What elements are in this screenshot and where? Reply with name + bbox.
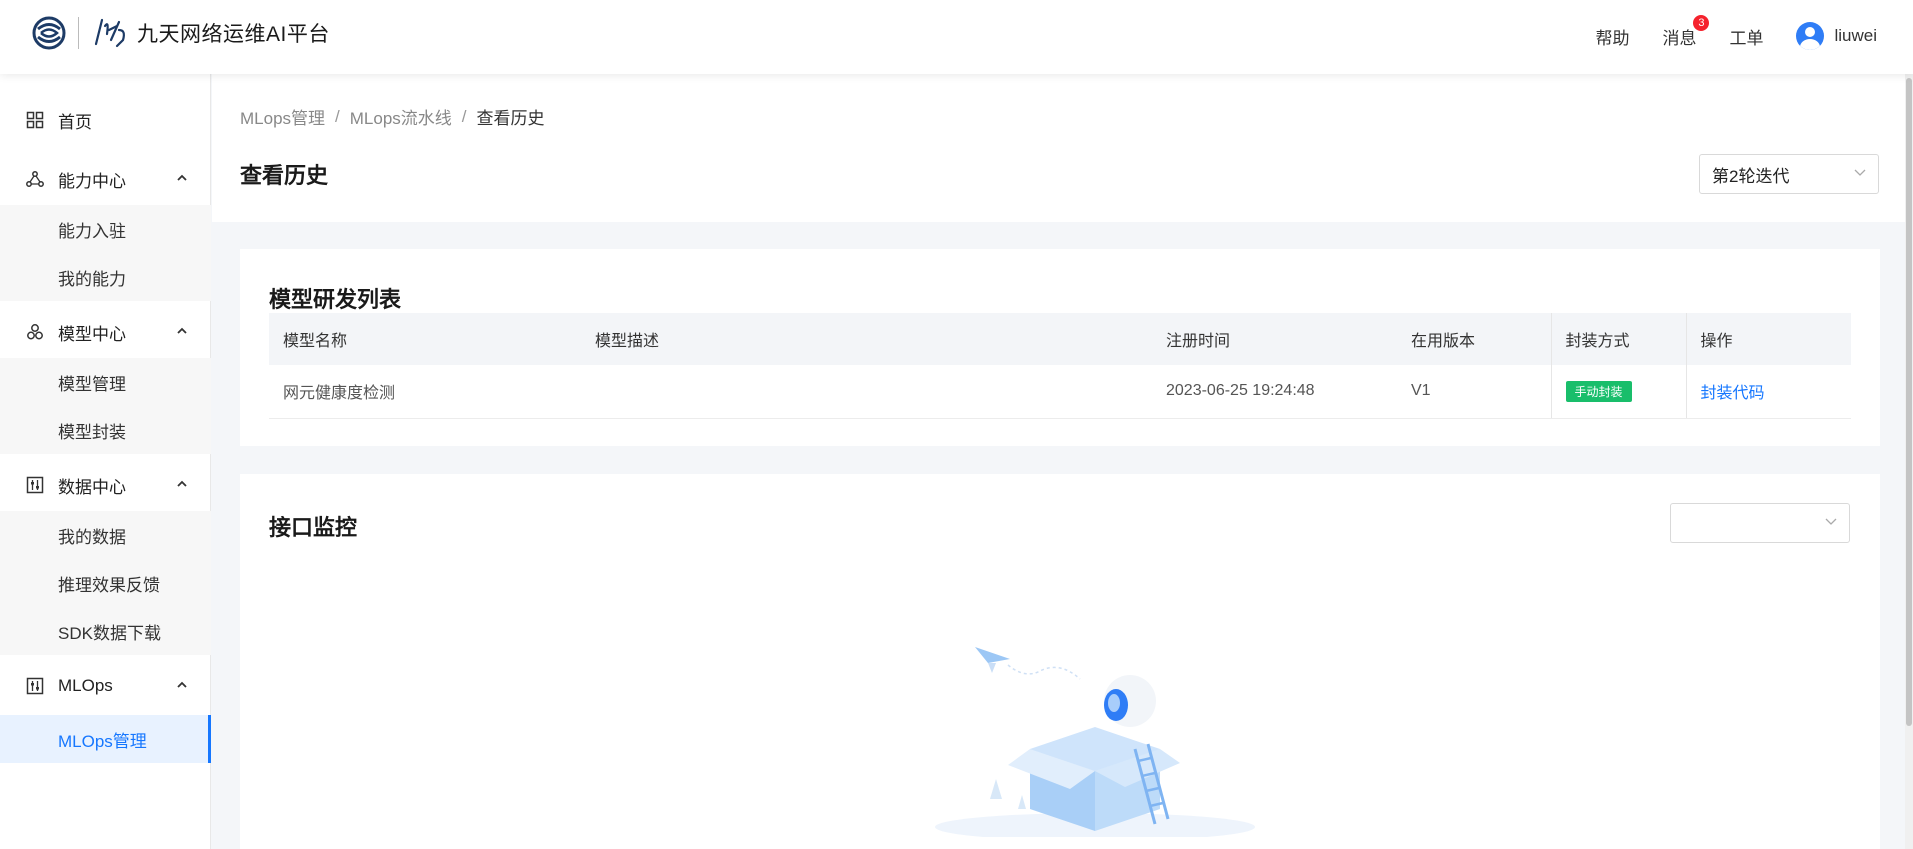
top-header: 九天网络运维AI平台 帮助 消息 3 工单 liuwei xyxy=(0,0,1913,74)
chevron-up-icon xyxy=(177,681,187,688)
monitor-select[interactable] xyxy=(1670,503,1850,543)
messages-label: 消息 xyxy=(1662,28,1697,48)
sidebar-group-label: 数据中心 xyxy=(58,477,126,497)
sidebar-group-capability[interactable]: 能力中心 xyxy=(0,157,211,201)
app-title: 九天网络运维AI平台 xyxy=(137,23,330,46)
sidebar-item-capability-onboard[interactable]: 能力入驻 xyxy=(0,205,211,253)
sidebar-group-data[interactable]: 数据中心 xyxy=(0,463,211,507)
model-circles-icon xyxy=(27,324,43,340)
sidebar-item-label: 模型管理 xyxy=(58,374,126,394)
table-header-row: 模型名称 模型描述 注册时间 在用版本 封装方式 操作 xyxy=(269,313,1851,365)
breadcrumb: MLops管理 / MLops流水线 / 查看历史 xyxy=(240,104,545,129)
column-header-registered: 注册时间 xyxy=(1152,313,1397,365)
breadcrumb-mlops-management[interactable]: MLops管理 xyxy=(240,104,325,129)
tickets-link[interactable]: 工单 xyxy=(1729,24,1763,49)
model-table: 模型名称 模型描述 注册时间 在用版本 封装方式 操作 网元健康度检测 2023… xyxy=(269,313,1851,419)
iteration-select-value: 第2轮迭代 xyxy=(1712,166,1790,186)
sidebar-item-label: 首页 xyxy=(58,112,92,132)
cell-actions: 封装代码 xyxy=(1685,365,1851,419)
sidebar-item-label: SDK数据下载 xyxy=(58,623,161,643)
logo[interactable]: 九天网络运维AI平台 xyxy=(32,16,330,50)
cell-packaging: 手动封装 xyxy=(1550,365,1686,419)
username: liuwei xyxy=(1834,26,1877,45)
column-header-description: 模型描述 xyxy=(581,313,1152,365)
sidebar-group-model[interactable]: 模型中心 xyxy=(0,310,211,354)
cell-model-name: 网元健康度检测 xyxy=(269,365,581,419)
page-scrollbar[interactable] xyxy=(1905,74,1913,849)
column-header-packaging: 封装方式 xyxy=(1550,313,1686,365)
scrollbar-thumb[interactable] xyxy=(1906,78,1912,726)
sidebar-group-label: 模型中心 xyxy=(58,324,126,344)
sidebar-item-label: 我的能力 xyxy=(58,269,126,289)
sidebar-group-label: 能力中心 xyxy=(58,171,126,191)
chevron-up-icon xyxy=(177,174,187,181)
user-menu[interactable]: liuwei xyxy=(1796,22,1877,50)
sidebar-item-model-packaging[interactable]: 模型封装 xyxy=(0,406,211,454)
page-title: 查看历史 xyxy=(240,163,329,188)
chevron-up-icon xyxy=(177,480,187,487)
column-header-name: 模型名称 xyxy=(269,313,581,365)
page-header: MLops管理 / MLops流水线 / 查看历史 查看历史 第2轮迭代 xyxy=(212,74,1913,222)
sidebar-item-home[interactable]: 首页 xyxy=(0,98,211,142)
grid-icon xyxy=(26,111,44,129)
chevron-up-icon xyxy=(177,327,187,334)
sidebar-item-label: 模型封装 xyxy=(58,422,126,442)
cell-registered-time: 2023-06-25 19:24:48 xyxy=(1152,365,1397,419)
package-code-link[interactable]: 封装代码 xyxy=(1701,385,1765,402)
sidebar-item-label: 推理效果反馈 xyxy=(58,575,160,595)
sidebar: 首页 能力中心 能力入驻 我的能力 模型中心 模型管理 模型封装 数据中心 我的… xyxy=(0,74,211,849)
table-row: 网元健康度检测 2023-06-25 19:24:48 V1 手动封装 封装代码 xyxy=(269,365,1851,419)
china-mobile-logo-icon xyxy=(32,16,66,50)
model-list-card: 模型研发列表 模型名称 模型描述 注册时间 在用版本 封装方式 操作 网元健康度… xyxy=(240,249,1880,446)
network-nodes-icon xyxy=(26,171,44,187)
iteration-select[interactable]: 第2轮迭代 xyxy=(1699,154,1879,194)
cell-version: V1 xyxy=(1397,365,1551,419)
interface-monitor-card: 接口监控 xyxy=(240,474,1880,849)
chevron-down-icon xyxy=(1854,169,1866,176)
sidebar-item-my-data[interactable]: 我的数据 xyxy=(0,511,211,559)
jiutian-logo-icon xyxy=(94,18,125,48)
messages-link[interactable]: 消息 3 xyxy=(1662,14,1710,49)
sidebar-group-mlops[interactable]: MLOps xyxy=(0,664,211,708)
sidebar-item-model-management[interactable]: 模型管理 xyxy=(0,358,211,406)
data-panel-icon xyxy=(26,476,44,494)
model-list-title: 模型研发列表 xyxy=(269,287,402,312)
sidebar-item-label: 我的数据 xyxy=(58,527,126,547)
breadcrumb-separator: / xyxy=(335,106,340,126)
sidebar-item-my-capability[interactable]: 我的能力 xyxy=(0,253,211,301)
column-header-version: 在用版本 xyxy=(1397,313,1551,365)
monitor-title: 接口监控 xyxy=(269,515,358,540)
sidebar-item-inference-feedback[interactable]: 推理效果反馈 xyxy=(0,559,211,607)
message-count-badge: 3 xyxy=(1693,14,1710,31)
sidebar-item-label: 能力入驻 xyxy=(58,221,126,241)
help-link[interactable]: 帮助 xyxy=(1595,24,1629,49)
cell-model-description xyxy=(581,365,1152,419)
avatar xyxy=(1796,22,1825,50)
packaging-tag: 手动封装 xyxy=(1565,380,1632,402)
column-header-actions: 操作 xyxy=(1685,313,1851,365)
sidebar-item-label: MLOps管理 xyxy=(58,731,147,751)
breadcrumb-current: 查看历史 xyxy=(476,109,545,128)
logo-divider xyxy=(78,17,79,49)
breadcrumb-separator: / xyxy=(461,106,467,126)
breadcrumb-mlops-pipeline[interactable]: MLops流水线 xyxy=(350,104,452,129)
sidebar-group-label: MLOps xyxy=(58,676,113,695)
empty-state-illustration xyxy=(935,647,1255,837)
sidebar-item-mlops-management[interactable]: MLOps管理 xyxy=(0,715,211,763)
chevron-down-icon xyxy=(1825,518,1837,525)
mlops-panel-icon xyxy=(26,677,44,695)
sidebar-item-sdk-download[interactable]: SDK数据下载 xyxy=(0,607,211,655)
